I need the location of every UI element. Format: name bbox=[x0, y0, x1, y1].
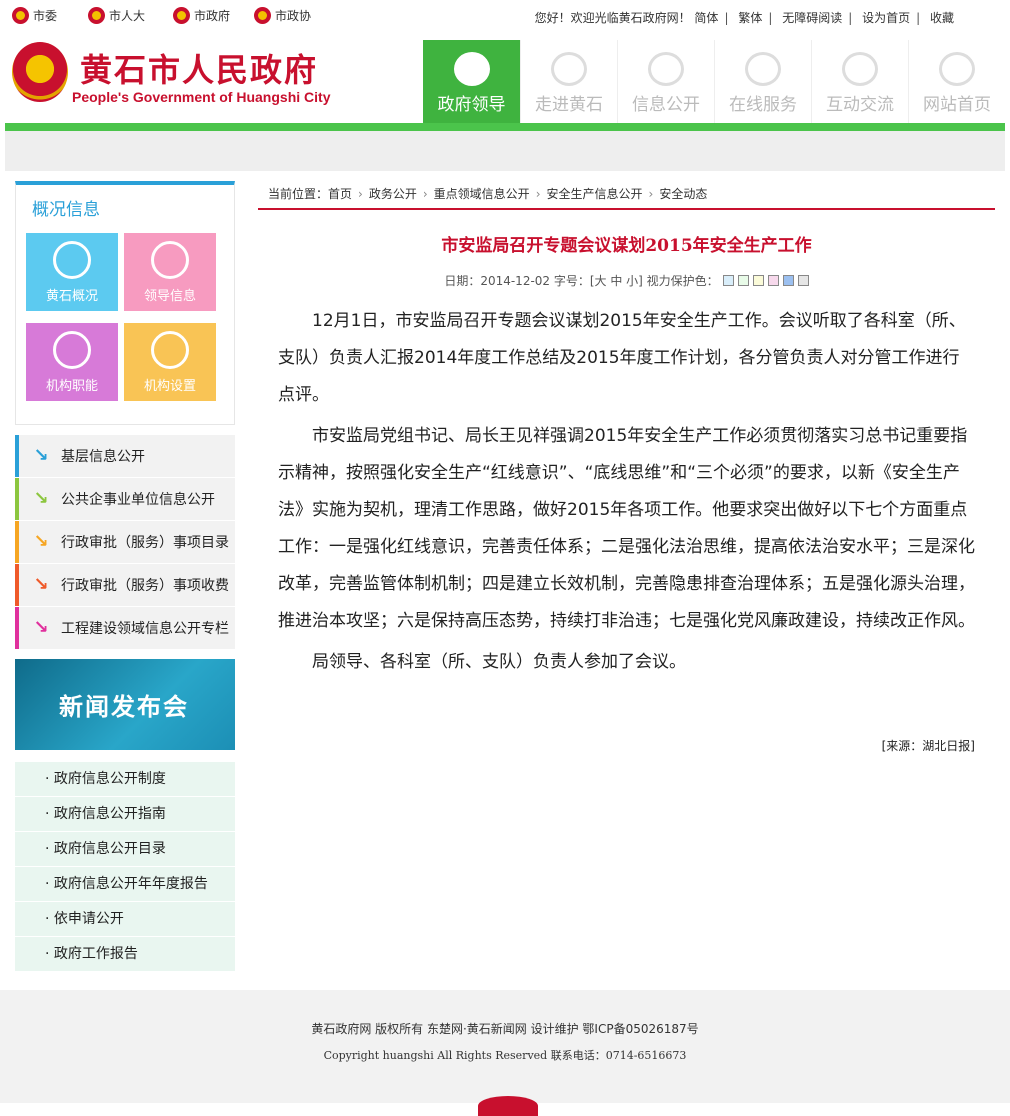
traditional-link[interactable]: 繁体 bbox=[738, 11, 762, 25]
leaf-icon bbox=[53, 241, 91, 279]
location-pin-icon bbox=[939, 52, 975, 86]
welcome-text: 您好！欢迎光临黄石政府网！ bbox=[534, 11, 691, 25]
press-conference-banner[interactable]: 新闻发布会 bbox=[15, 659, 235, 750]
eye-care-color-swatch[interactable] bbox=[737, 275, 749, 286]
document-edit-icon bbox=[648, 52, 684, 86]
toplink-party[interactable]: 市委 bbox=[12, 7, 57, 24]
main-content: 当前位置：首页 › 政务公开 › 重点领域信息公开 › 安全生产信息公开 › 安全动态 市安监局… bbox=[258, 181, 995, 754]
tile-leader-info[interactable]: 领导信息 bbox=[124, 233, 216, 311]
nav-info-disclosure[interactable]: 信息公开 bbox=[617, 40, 714, 124]
eye-care-color-swatch[interactable] bbox=[767, 275, 779, 286]
tile-org-structure[interactable]: 机构设置 bbox=[124, 323, 216, 401]
footer-copyright: 黄石政府网 版权所有 东楚网·黄石新闻网 设计维护 鄂ICP备05026187号 bbox=[311, 1022, 699, 1036]
gear-icon bbox=[53, 331, 91, 369]
breadcrumb: 当前位置：首页 › 政务公开 › 重点领域信息公开 › 安全生产信息公开 › 安全动态 bbox=[258, 181, 995, 210]
eye-care-color-swatch[interactable] bbox=[722, 275, 734, 286]
eye-care-color-swatch[interactable] bbox=[752, 275, 764, 286]
article-source: [来源：湖北日报] bbox=[881, 739, 975, 753]
arrow-down-right-icon: ↘ bbox=[33, 574, 49, 595]
breadcrumb-item[interactable]: 首页 bbox=[328, 187, 352, 201]
article-paragraph: 市安监局党组书记、局长王见祥强调2015年安全生产工作必须贯彻落实习总书记重要指… bbox=[278, 426, 975, 631]
site-title[interactable]: 黄石市人民政府 bbox=[80, 45, 318, 91]
document-icon bbox=[151, 331, 189, 369]
arrow-down-right-icon: ↘ bbox=[33, 617, 49, 638]
meta-text: 日期：2014-12-02 字号：[大 中 小] 视力保护色： bbox=[444, 274, 719, 288]
banner-strip bbox=[5, 131, 1005, 171]
link-public-enterprise-info[interactable]: ↘ 公共企事业单位信息公开 bbox=[15, 478, 235, 520]
party-emblem-icon bbox=[12, 7, 29, 24]
article-meta: 日期：2014-12-02 字号：[大 中 小] 视力保护色： bbox=[258, 272, 995, 289]
arrow-down-right-icon: ↘ bbox=[33, 488, 49, 509]
sidebar: 概况信息 黄石概况 领导信息 机构职能 机构设置 ↘ 基层信息公开 ↘ 公共企事业单… bbox=[15, 181, 235, 972]
toplink-cppcc[interactable]: 市政协 bbox=[254, 7, 311, 24]
site-subtitle: People's Government of Huangshi City bbox=[72, 89, 331, 105]
gov-info-links: · 政府信息公开制度 · 政府信息公开指南 · 政府信息公开目录 · 政府信息公… bbox=[15, 762, 235, 972]
eye-care-color-swatch[interactable] bbox=[782, 275, 794, 286]
breadcrumb-item[interactable]: 政务公开 bbox=[369, 187, 417, 201]
emblem-icon bbox=[88, 7, 105, 24]
nav-online-service[interactable]: 在线服务 bbox=[714, 40, 811, 124]
nav-underline bbox=[5, 123, 1005, 131]
top-bar: 市委 市人大 市政府 市政协 您好！欢迎光临黄石政府网！ 简体 | 繁体 | 无障碍… bbox=[0, 0, 1010, 34]
link-disclosure-catalog[interactable]: · 政府信息公开目录 bbox=[15, 832, 235, 867]
link-approval-catalog[interactable]: ↘ 行政审批（服务）事项目录 bbox=[15, 521, 235, 563]
cppcc-emblem-icon bbox=[254, 7, 271, 24]
government-badge-icon[interactable] bbox=[478, 1096, 538, 1116]
link-disclosure-guide[interactable]: · 政府信息公开指南 bbox=[15, 797, 235, 832]
arrow-down-right-icon: ↘ bbox=[33, 531, 49, 552]
overview-title: 概况信息 bbox=[32, 200, 100, 220]
headset-icon bbox=[745, 52, 781, 86]
toplink-npc[interactable]: 市人大 bbox=[88, 7, 145, 24]
accessible-reading-link[interactable]: 无障碍阅读 bbox=[782, 11, 842, 25]
bridge-icon bbox=[551, 52, 587, 86]
link-work-report[interactable]: · 政府工作报告 bbox=[15, 937, 235, 972]
chat-bubble-icon bbox=[842, 52, 878, 86]
toplink-government[interactable]: 市政府 bbox=[173, 7, 230, 24]
tile-huangshi-overview[interactable]: 黄石概况 bbox=[26, 233, 118, 311]
nav-home[interactable]: 网站首页 bbox=[908, 40, 1005, 124]
nav-interaction[interactable]: 互动交流 bbox=[811, 40, 908, 124]
link-disclosure-system[interactable]: · 政府信息公开制度 bbox=[15, 762, 235, 797]
footer-contact: Copyright huangshi All Rights Reserved 联… bbox=[323, 1049, 687, 1062]
eye-care-color-swatch[interactable] bbox=[797, 275, 809, 286]
person-icon bbox=[151, 241, 189, 279]
breadcrumb-item[interactable]: 安全动态 bbox=[659, 187, 707, 201]
set-homepage-link[interactable]: 设为首页 bbox=[862, 11, 910, 25]
breadcrumb-prefix: 当前位置： bbox=[268, 187, 329, 201]
person-icon bbox=[453, 52, 490, 86]
nav-about-huangshi[interactable]: 走进黄石 bbox=[520, 40, 617, 124]
link-construction-info[interactable]: ↘ 工程建设领域信息公开专栏 bbox=[15, 607, 235, 649]
article-paragraph: 局领导、各科室（所、支队）负责人参加了会议。 bbox=[312, 652, 686, 672]
emblem-icon bbox=[173, 7, 190, 24]
top-right-links: 您好！欢迎光临黄石政府网！ 简体 | 繁体 | 无障碍阅读 | 设为首页 | 收藏 bbox=[534, 11, 954, 25]
main-nav: 政府领导 走进黄石 信息公开 在线服务 互动交流 网站首页 bbox=[423, 40, 1005, 124]
nav-government-leaders[interactable]: 政府领导 bbox=[423, 40, 520, 124]
link-approval-fees[interactable]: ↘ 行政审批（服务）事项收费 bbox=[15, 564, 235, 606]
breadcrumb-item[interactable]: 安全生产信息公开 bbox=[547, 187, 643, 201]
article-paragraph: 12月1日，市安监局召开专题会议谋划2015年安全生产工作。会议听取了各科室（所… bbox=[278, 311, 966, 405]
arrow-down-right-icon: ↘ bbox=[33, 445, 49, 466]
article-body: 12月1日，市安监局召开专题会议谋划2015年安全生产工作。会议听取了各科室（所… bbox=[278, 303, 975, 681]
national-emblem-logo[interactable] bbox=[12, 42, 68, 102]
link-grassroots-info[interactable]: ↘ 基层信息公开 bbox=[15, 435, 235, 477]
info-links: ↘ 基层信息公开 ↘ 公共企事业单位信息公开 ↘ 行政审批（服务）事项目录 ↘ 行政审批… bbox=[15, 435, 235, 649]
simplified-link[interactable]: 简体 bbox=[694, 11, 718, 25]
article-title: 市安监局召开专题会议谋划2015年安全生产工作 bbox=[441, 236, 812, 256]
breadcrumb-item[interactable]: 重点领域信息公开 bbox=[434, 187, 530, 201]
footer: 黄石政府网 版权所有 东楚网·黄石新闻网 设计维护 鄂ICP备05026187号… bbox=[0, 990, 1010, 1116]
link-annual-report[interactable]: · 政府信息公开年年度报告 bbox=[15, 867, 235, 902]
favorite-link[interactable]: 收藏 bbox=[930, 11, 954, 25]
overview-panel: 概况信息 黄石概况 领导信息 机构职能 机构设置 bbox=[15, 181, 235, 425]
link-request-disclosure[interactable]: · 依申请公开 bbox=[15, 902, 235, 937]
tile-org-functions[interactable]: 机构职能 bbox=[26, 323, 118, 401]
